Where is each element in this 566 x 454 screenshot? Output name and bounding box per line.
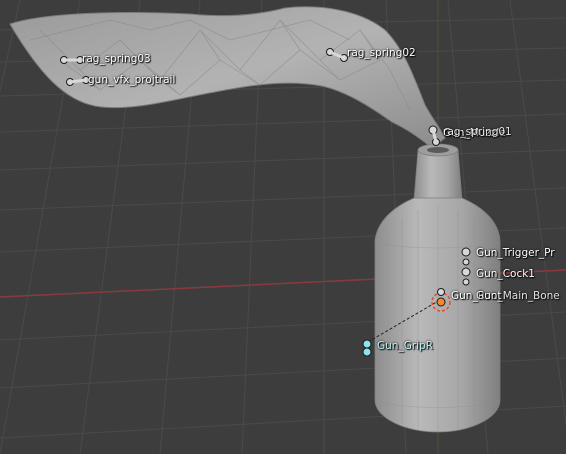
bone-label-gun-gripr: Gun_GripR	[377, 340, 434, 352]
bone-label-gun-main-bone: Gun_Main_Bone	[476, 290, 560, 302]
bone-label-gun-trigger-pr: Gun_Trigger_Pr	[476, 247, 555, 259]
bone-label-gun-vfx-projtrail: gun_vfx_projtrail	[88, 74, 176, 86]
rag-cloth-mesh[interactable]	[9, 6, 446, 149]
bone-gun-gripr[interactable]	[362, 339, 372, 357]
bone-label-rag-spring03: rag_spring03	[82, 53, 151, 65]
bone-label-rag-spring01: rag_spring01	[443, 126, 512, 138]
bone-label-gun-cock1: Gun_Cock1	[476, 268, 535, 280]
bone-label-rag-spring02: rag_spring02	[347, 47, 416, 59]
3d-viewport[interactable]: rag_spring03 gun_vfx_projtrail rag_sprin…	[0, 0, 566, 454]
viewport-canvas[interactable]	[0, 0, 566, 454]
